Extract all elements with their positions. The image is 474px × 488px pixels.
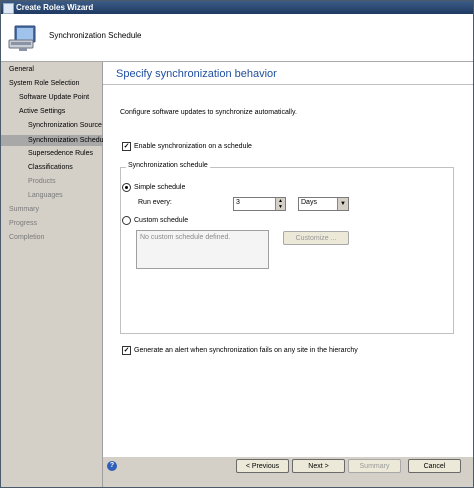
main-panel: Specify synchronization behavior Configu… xyxy=(103,62,473,457)
run-every-value[interactable]: 3 xyxy=(236,199,240,206)
run-every-label: Run every: xyxy=(138,199,172,206)
help-icon[interactable]: ? xyxy=(107,461,117,471)
banner-title: Synchronization Schedule xyxy=(49,31,142,40)
custom-schedule-radio[interactable] xyxy=(122,216,131,225)
page-heading: Specify synchronization behavior xyxy=(116,68,277,80)
nav-item-progress: Progress xyxy=(9,220,38,227)
alert-label[interactable]: Generate an alert when synchronization f… xyxy=(134,347,358,354)
nav-item-synchronization-source[interactable]: Synchronization Source xyxy=(28,122,102,129)
custom-schedule-display: No custom schedule defined. xyxy=(136,230,269,269)
nav-item-system-role-selection[interactable]: System Role Selection xyxy=(9,80,79,87)
interval-unit-value: Days xyxy=(301,199,317,206)
chevron-down-icon[interactable]: ▼ xyxy=(337,198,348,210)
computer-icon xyxy=(8,25,36,51)
wizard-window: Create Roles Wizard Synchronization Sche… xyxy=(0,0,474,488)
title-bar[interactable]: Create Roles Wizard xyxy=(1,1,473,14)
enable-schedule-checkbox[interactable]: ✓ xyxy=(122,142,131,151)
spin-down-icon[interactable]: ▼ xyxy=(275,204,285,210)
interval-unit-select[interactable]: Days ▼ xyxy=(298,197,349,211)
customize-button[interactable]: Customize ... xyxy=(283,231,349,245)
nav-item-general[interactable]: General xyxy=(9,66,34,73)
nav-item-active-settings[interactable]: Active Settings xyxy=(19,108,65,115)
page-description: Configure software updates to synchroniz… xyxy=(120,109,297,116)
run-every-spinner[interactable]: 3 ▲ ▼ xyxy=(233,197,286,211)
custom-schedule-text: No custom schedule defined. xyxy=(140,234,231,241)
window-title: Create Roles Wizard xyxy=(16,3,94,12)
nav-item-summary: Summary xyxy=(9,206,39,213)
alert-checkbox[interactable]: ✓ xyxy=(122,346,131,355)
enable-schedule-label[interactable]: Enable synchronization on a schedule xyxy=(134,143,252,150)
next-button[interactable]: Next > xyxy=(292,459,345,473)
custom-schedule-label[interactable]: Custom schedule xyxy=(134,217,188,224)
wizard-footer: ? < Previous Next > Summary Cancel xyxy=(103,457,473,487)
simple-schedule-radio[interactable] xyxy=(122,183,131,192)
previous-button[interactable]: < Previous xyxy=(236,459,289,473)
heading-divider xyxy=(103,84,473,85)
nav-item-supersedence-rules[interactable]: Supersedence Rules xyxy=(28,150,93,157)
cancel-button[interactable]: Cancel xyxy=(408,459,461,473)
nav-item-classifications[interactable]: Classifications xyxy=(28,164,73,171)
wizard-nav: General System Role Selection Software U… xyxy=(1,62,109,487)
wizard-icon xyxy=(3,3,14,14)
sync-schedule-group-title: Synchronization schedule xyxy=(126,162,210,169)
simple-schedule-label[interactable]: Simple schedule xyxy=(134,184,185,191)
nav-item-software-update-point[interactable]: Software Update Point xyxy=(19,94,89,101)
nav-item-languages: Languages xyxy=(28,192,63,199)
nav-item-products: Products xyxy=(28,178,56,185)
nav-item-completion: Completion xyxy=(9,234,45,241)
nav-item-synchronization-schedule[interactable]: Synchronization Schedule xyxy=(1,135,109,146)
wizard-banner: Synchronization Schedule xyxy=(1,14,473,62)
summary-button[interactable]: Summary xyxy=(348,459,401,473)
